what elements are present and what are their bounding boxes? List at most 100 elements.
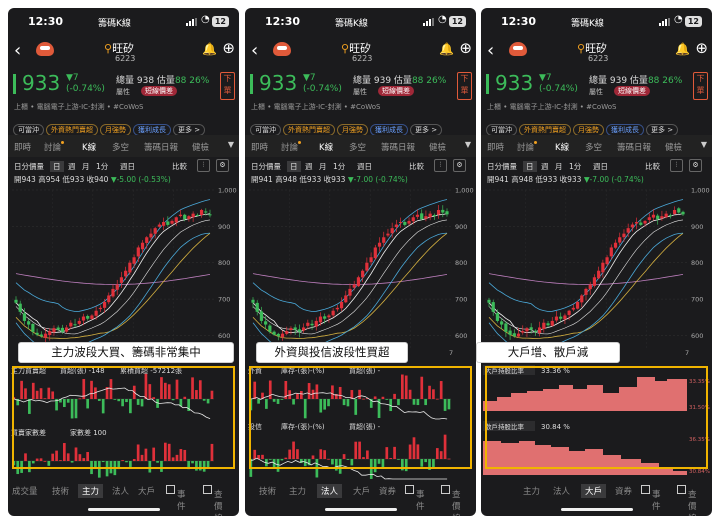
- tab-kline[interactable]: K線: [82, 141, 96, 153]
- candle-body: [52, 328, 56, 333]
- tab-longshort[interactable]: 多空: [585, 141, 602, 153]
- add-icon[interactable]: ⊕: [459, 39, 472, 57]
- kline-chart[interactable]: 1,0009008007006007: [8, 184, 239, 356]
- compare-button[interactable]: 比較: [645, 161, 660, 172]
- main-tabs: 即時 討論 K線 多空 籌碼日報 健檢 ▼: [481, 135, 712, 157]
- tf-day[interactable]: 日: [50, 161, 64, 172]
- tab-chip-daily[interactable]: 籌碼日報: [381, 141, 415, 153]
- tf-day[interactable]: 日: [523, 161, 537, 172]
- candle-body: [672, 210, 677, 215]
- btab-bigholder[interactable]: 大戶: [581, 484, 607, 498]
- tab-discussion[interactable]: 討論: [517, 141, 538, 153]
- attr-tag[interactable]: 短線價差: [378, 86, 414, 96]
- tab-kline[interactable]: K線: [319, 141, 333, 153]
- candle-body: [162, 222, 166, 226]
- kline-chart[interactable]: 1,0009008007006007: [245, 184, 476, 356]
- tab-longshort[interactable]: 多空: [112, 141, 129, 153]
- tab-checkup[interactable]: 健檢: [665, 141, 682, 153]
- y-tick-label: 900: [455, 223, 467, 231]
- compare-button[interactable]: 比較: [172, 161, 187, 172]
- back-icon[interactable]: ‹: [14, 40, 21, 61]
- candle-body: [35, 332, 39, 335]
- add-icon[interactable]: ⊕: [222, 39, 235, 57]
- candle-body: [436, 210, 441, 215]
- check-priceline[interactable]: 查價線: [203, 485, 223, 516]
- order-button[interactable]: 下單: [457, 72, 472, 100]
- tf-weekday[interactable]: 週日: [593, 161, 608, 172]
- tf-minute[interactable]: 1分: [333, 161, 345, 172]
- order-button[interactable]: 下單: [220, 72, 235, 100]
- y-tick-label: 600: [691, 332, 703, 340]
- check-events[interactable]: 事件: [166, 485, 186, 512]
- tab-checkup[interactable]: 健檢: [192, 141, 209, 153]
- gear-icon[interactable]: ⚙: [689, 159, 702, 172]
- tab-chip-daily[interactable]: 籌碼日報: [144, 141, 178, 153]
- order-button[interactable]: 下單: [693, 72, 708, 100]
- add-icon[interactable]: ⊕: [695, 39, 708, 57]
- tab-realtime[interactable]: 即時: [14, 141, 31, 153]
- btab-margin[interactable]: 資券: [379, 485, 396, 497]
- tf-intraday[interactable]: 日分價量: [251, 161, 281, 172]
- btab-major[interactable]: 主力: [523, 485, 540, 497]
- bell-icon[interactable]: 🔔: [439, 42, 454, 56]
- btab-technical[interactable]: 技術: [259, 485, 276, 497]
- btab-institutional[interactable]: 法人: [112, 485, 129, 497]
- tf-month[interactable]: 月: [82, 161, 90, 172]
- y-tick-label: 700: [218, 296, 230, 304]
- tf-intraday[interactable]: 日分價量: [14, 161, 44, 172]
- check-events[interactable]: 事件: [641, 485, 661, 512]
- tab-dropdown-icon[interactable]: ▼: [465, 140, 471, 149]
- back-icon[interactable]: ‹: [251, 40, 258, 61]
- tf-minute[interactable]: 1分: [96, 161, 108, 172]
- tab-checkup[interactable]: 健檢: [429, 141, 446, 153]
- tf-day[interactable]: 日: [287, 161, 301, 172]
- btab-major[interactable]: 主力: [78, 484, 104, 498]
- btab-bigholder[interactable]: 大戶: [138, 485, 155, 497]
- bell-icon[interactable]: 🔔: [202, 42, 217, 56]
- btab-volume[interactable]: 成交量: [12, 485, 38, 497]
- ma-long-line: [252, 273, 448, 285]
- tf-month[interactable]: 月: [555, 161, 563, 172]
- check-priceline[interactable]: 查價線: [677, 485, 697, 516]
- check-priceline[interactable]: 查價線: [441, 485, 461, 516]
- btab-bigholder[interactable]: 大戶: [353, 485, 370, 497]
- attr-tag[interactable]: 短線價差: [141, 86, 177, 96]
- btab-technical[interactable]: 技術: [52, 485, 69, 497]
- tf-weekday[interactable]: 週日: [120, 161, 135, 172]
- tf-week[interactable]: 週: [305, 161, 313, 172]
- btab-institutional[interactable]: 法人: [553, 485, 570, 497]
- tf-week[interactable]: 週: [68, 161, 76, 172]
- back-icon[interactable]: ‹: [487, 40, 494, 61]
- candle-body: [318, 316, 323, 323]
- tab-dropdown-icon[interactable]: ▼: [701, 140, 707, 149]
- tf-weekday[interactable]: 週日: [357, 161, 372, 172]
- candle-body: [302, 327, 306, 331]
- tab-discussion[interactable]: 討論: [44, 141, 65, 153]
- btab-institutional[interactable]: 法人: [317, 484, 343, 498]
- candle-body: [647, 217, 651, 220]
- tf-minute[interactable]: 1分: [569, 161, 581, 172]
- attr-tag[interactable]: 短線價差: [614, 86, 650, 96]
- tab-dropdown-icon[interactable]: ▼: [228, 140, 234, 149]
- kline-chart[interactable]: 1,0009008007006007: [481, 184, 712, 356]
- y-tick-label: 1,000: [218, 187, 237, 195]
- indicator-icon[interactable]: ⫶: [434, 159, 447, 172]
- check-events[interactable]: 事件: [405, 485, 425, 512]
- tab-realtime[interactable]: 即時: [487, 141, 504, 153]
- tab-longshort[interactable]: 多空: [349, 141, 366, 153]
- gear-icon[interactable]: ⚙: [453, 159, 466, 172]
- tf-intraday[interactable]: 日分價量: [487, 161, 517, 172]
- tf-month[interactable]: 月: [319, 161, 327, 172]
- compare-button[interactable]: 比較: [409, 161, 424, 172]
- indicator-icon[interactable]: ⫶: [197, 159, 210, 172]
- bell-icon[interactable]: 🔔: [675, 42, 690, 56]
- tab-chip-daily[interactable]: 籌碼日報: [617, 141, 651, 153]
- tf-week[interactable]: 週: [541, 161, 549, 172]
- btab-major[interactable]: 主力: [289, 485, 306, 497]
- indicator-icon[interactable]: ⫶: [670, 159, 683, 172]
- gear-icon[interactable]: ⚙: [216, 159, 229, 172]
- btab-margin[interactable]: 資券: [615, 485, 632, 497]
- tab-discussion[interactable]: 討論: [281, 141, 302, 153]
- tab-realtime[interactable]: 即時: [251, 141, 268, 153]
- tab-kline[interactable]: K線: [555, 141, 569, 153]
